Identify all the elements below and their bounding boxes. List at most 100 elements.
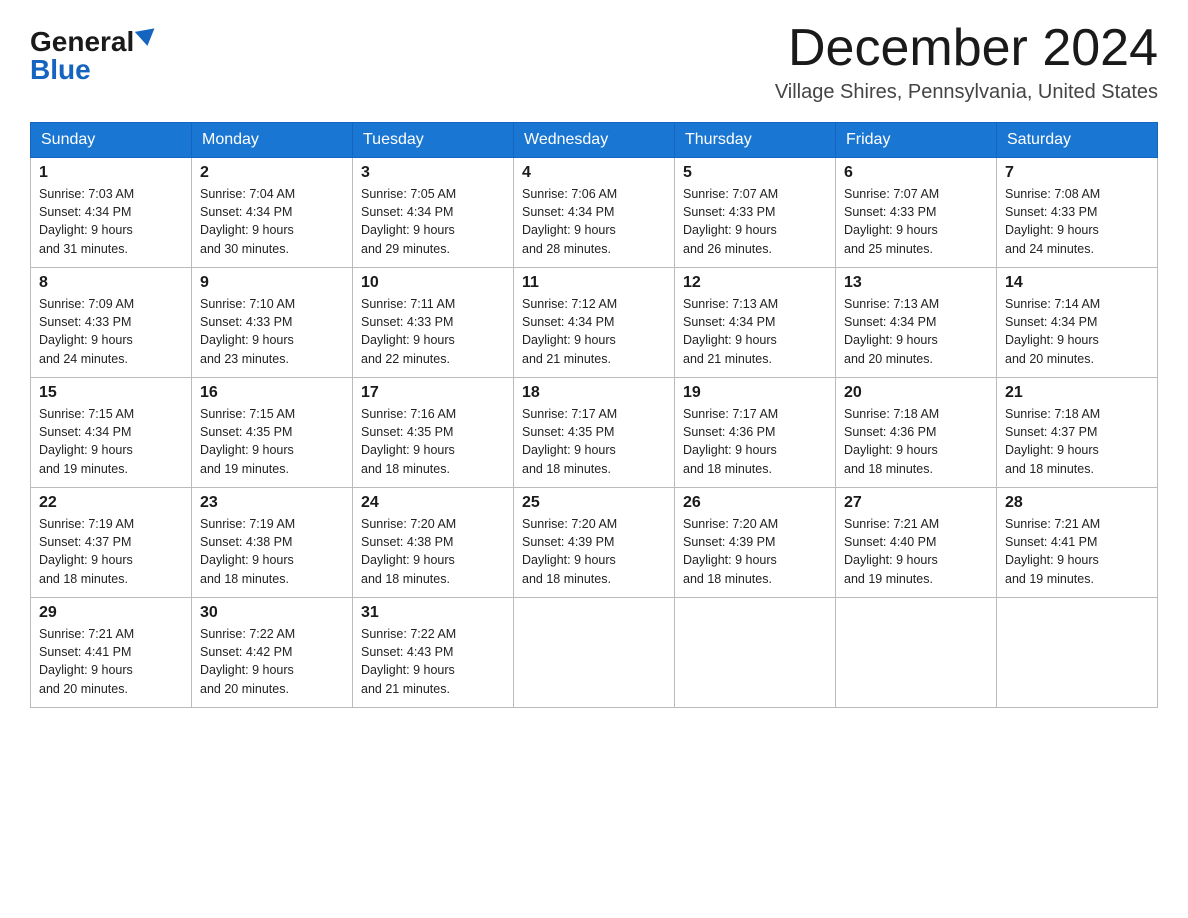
day-number: 2 <box>200 164 344 182</box>
calendar-week-row: 15 Sunrise: 7:15 AMSunset: 4:34 PMDaylig… <box>31 378 1158 488</box>
calendar-day-cell: 28 Sunrise: 7:21 AMSunset: 4:41 PMDaylig… <box>997 488 1158 598</box>
header-friday: Friday <box>836 123 997 158</box>
day-number: 12 <box>683 274 827 292</box>
header-monday: Monday <box>192 123 353 158</box>
calendar-empty-cell <box>836 598 997 708</box>
day-info: Sunrise: 7:21 AMSunset: 4:41 PMDaylight:… <box>39 627 134 695</box>
calendar-day-cell: 19 Sunrise: 7:17 AMSunset: 4:36 PMDaylig… <box>675 378 836 488</box>
day-info: Sunrise: 7:20 AMSunset: 4:39 PMDaylight:… <box>683 517 778 585</box>
calendar-day-cell: 18 Sunrise: 7:17 AMSunset: 4:35 PMDaylig… <box>514 378 675 488</box>
calendar-header-row: SundayMondayTuesdayWednesdayThursdayFrid… <box>31 123 1158 158</box>
day-number: 4 <box>522 164 666 182</box>
day-info: Sunrise: 7:22 AMSunset: 4:43 PMDaylight:… <box>361 627 456 695</box>
logo-blue-text: Blue <box>30 56 91 84</box>
day-info: Sunrise: 7:04 AMSunset: 4:34 PMDaylight:… <box>200 187 295 255</box>
day-info: Sunrise: 7:07 AMSunset: 4:33 PMDaylight:… <box>844 187 939 255</box>
day-info: Sunrise: 7:18 AMSunset: 4:36 PMDaylight:… <box>844 407 939 475</box>
calendar-day-cell: 21 Sunrise: 7:18 AMSunset: 4:37 PMDaylig… <box>997 378 1158 488</box>
calendar-empty-cell <box>514 598 675 708</box>
day-number: 8 <box>39 274 183 292</box>
calendar-week-row: 8 Sunrise: 7:09 AMSunset: 4:33 PMDayligh… <box>31 268 1158 378</box>
header-tuesday: Tuesday <box>353 123 514 158</box>
calendar-week-row: 29 Sunrise: 7:21 AMSunset: 4:41 PMDaylig… <box>31 598 1158 708</box>
calendar-day-cell: 2 Sunrise: 7:04 AMSunset: 4:34 PMDayligh… <box>192 158 353 268</box>
calendar-day-cell: 9 Sunrise: 7:10 AMSunset: 4:33 PMDayligh… <box>192 268 353 378</box>
day-number: 11 <box>522 274 666 292</box>
calendar-day-cell: 10 Sunrise: 7:11 AMSunset: 4:33 PMDaylig… <box>353 268 514 378</box>
calendar-day-cell: 16 Sunrise: 7:15 AMSunset: 4:35 PMDaylig… <box>192 378 353 488</box>
day-number: 19 <box>683 384 827 402</box>
calendar-day-cell: 31 Sunrise: 7:22 AMSunset: 4:43 PMDaylig… <box>353 598 514 708</box>
header-thursday: Thursday <box>675 123 836 158</box>
day-info: Sunrise: 7:08 AMSunset: 4:33 PMDaylight:… <box>1005 187 1100 255</box>
header-sunday: Sunday <box>31 123 192 158</box>
day-number: 9 <box>200 274 344 292</box>
day-info: Sunrise: 7:20 AMSunset: 4:39 PMDaylight:… <box>522 517 617 585</box>
day-info: Sunrise: 7:09 AMSunset: 4:33 PMDaylight:… <box>39 297 134 365</box>
day-info: Sunrise: 7:21 AMSunset: 4:41 PMDaylight:… <box>1005 517 1100 585</box>
day-info: Sunrise: 7:12 AMSunset: 4:34 PMDaylight:… <box>522 297 617 365</box>
day-info: Sunrise: 7:14 AMSunset: 4:34 PMDaylight:… <box>1005 297 1100 365</box>
header-wednesday: Wednesday <box>514 123 675 158</box>
calendar-day-cell: 30 Sunrise: 7:22 AMSunset: 4:42 PMDaylig… <box>192 598 353 708</box>
calendar-empty-cell <box>997 598 1158 708</box>
calendar-day-cell: 8 Sunrise: 7:09 AMSunset: 4:33 PMDayligh… <box>31 268 192 378</box>
day-number: 20 <box>844 384 988 402</box>
location-subtitle: Village Shires, Pennsylvania, United Sta… <box>775 81 1158 104</box>
day-info: Sunrise: 7:19 AMSunset: 4:38 PMDaylight:… <box>200 517 295 585</box>
calendar-day-cell: 23 Sunrise: 7:19 AMSunset: 4:38 PMDaylig… <box>192 488 353 598</box>
calendar-day-cell: 1 Sunrise: 7:03 AMSunset: 4:34 PMDayligh… <box>31 158 192 268</box>
day-number: 3 <box>361 164 505 182</box>
calendar-day-cell: 4 Sunrise: 7:06 AMSunset: 4:34 PMDayligh… <box>514 158 675 268</box>
day-info: Sunrise: 7:22 AMSunset: 4:42 PMDaylight:… <box>200 627 295 695</box>
day-number: 15 <box>39 384 183 402</box>
day-number: 13 <box>844 274 988 292</box>
calendar-day-cell: 24 Sunrise: 7:20 AMSunset: 4:38 PMDaylig… <box>353 488 514 598</box>
day-number: 6 <box>844 164 988 182</box>
day-info: Sunrise: 7:05 AMSunset: 4:34 PMDaylight:… <box>361 187 456 255</box>
day-info: Sunrise: 7:16 AMSunset: 4:35 PMDaylight:… <box>361 407 456 475</box>
day-info: Sunrise: 7:19 AMSunset: 4:37 PMDaylight:… <box>39 517 134 585</box>
calendar-day-cell: 14 Sunrise: 7:14 AMSunset: 4:34 PMDaylig… <box>997 268 1158 378</box>
day-number: 28 <box>1005 494 1149 512</box>
day-number: 10 <box>361 274 505 292</box>
day-info: Sunrise: 7:20 AMSunset: 4:38 PMDaylight:… <box>361 517 456 585</box>
day-number: 27 <box>844 494 988 512</box>
calendar-day-cell: 5 Sunrise: 7:07 AMSunset: 4:33 PMDayligh… <box>675 158 836 268</box>
day-number: 26 <box>683 494 827 512</box>
day-info: Sunrise: 7:06 AMSunset: 4:34 PMDaylight:… <box>522 187 617 255</box>
logo-general-text: General <box>30 28 134 56</box>
day-number: 31 <box>361 604 505 622</box>
calendar-day-cell: 7 Sunrise: 7:08 AMSunset: 4:33 PMDayligh… <box>997 158 1158 268</box>
day-number: 22 <box>39 494 183 512</box>
day-number: 17 <box>361 384 505 402</box>
day-info: Sunrise: 7:15 AMSunset: 4:35 PMDaylight:… <box>200 407 295 475</box>
month-title: December 2024 <box>775 20 1158 77</box>
day-info: Sunrise: 7:18 AMSunset: 4:37 PMDaylight:… <box>1005 407 1100 475</box>
calendar-week-row: 1 Sunrise: 7:03 AMSunset: 4:34 PMDayligh… <box>31 158 1158 268</box>
calendar-day-cell: 27 Sunrise: 7:21 AMSunset: 4:40 PMDaylig… <box>836 488 997 598</box>
day-number: 23 <box>200 494 344 512</box>
day-info: Sunrise: 7:17 AMSunset: 4:35 PMDaylight:… <box>522 407 617 475</box>
day-number: 21 <box>1005 384 1149 402</box>
calendar-table: SundayMondayTuesdayWednesdayThursdayFrid… <box>30 122 1158 708</box>
title-area: December 2024 Village Shires, Pennsylvan… <box>775 20 1158 104</box>
calendar-empty-cell <box>675 598 836 708</box>
calendar-day-cell: 11 Sunrise: 7:12 AMSunset: 4:34 PMDaylig… <box>514 268 675 378</box>
day-number: 16 <box>200 384 344 402</box>
calendar-day-cell: 3 Sunrise: 7:05 AMSunset: 4:34 PMDayligh… <box>353 158 514 268</box>
day-info: Sunrise: 7:07 AMSunset: 4:33 PMDaylight:… <box>683 187 778 255</box>
calendar-day-cell: 15 Sunrise: 7:15 AMSunset: 4:34 PMDaylig… <box>31 378 192 488</box>
calendar-day-cell: 12 Sunrise: 7:13 AMSunset: 4:34 PMDaylig… <box>675 268 836 378</box>
calendar-day-cell: 17 Sunrise: 7:16 AMSunset: 4:35 PMDaylig… <box>353 378 514 488</box>
page-header: General Blue December 2024 Village Shire… <box>30 20 1158 104</box>
calendar-day-cell: 20 Sunrise: 7:18 AMSunset: 4:36 PMDaylig… <box>836 378 997 488</box>
day-info: Sunrise: 7:21 AMSunset: 4:40 PMDaylight:… <box>844 517 939 585</box>
day-number: 18 <box>522 384 666 402</box>
day-info: Sunrise: 7:13 AMSunset: 4:34 PMDaylight:… <box>683 297 778 365</box>
day-info: Sunrise: 7:03 AMSunset: 4:34 PMDaylight:… <box>39 187 134 255</box>
day-number: 30 <box>200 604 344 622</box>
day-info: Sunrise: 7:13 AMSunset: 4:34 PMDaylight:… <box>844 297 939 365</box>
day-number: 24 <box>361 494 505 512</box>
calendar-day-cell: 6 Sunrise: 7:07 AMSunset: 4:33 PMDayligh… <box>836 158 997 268</box>
